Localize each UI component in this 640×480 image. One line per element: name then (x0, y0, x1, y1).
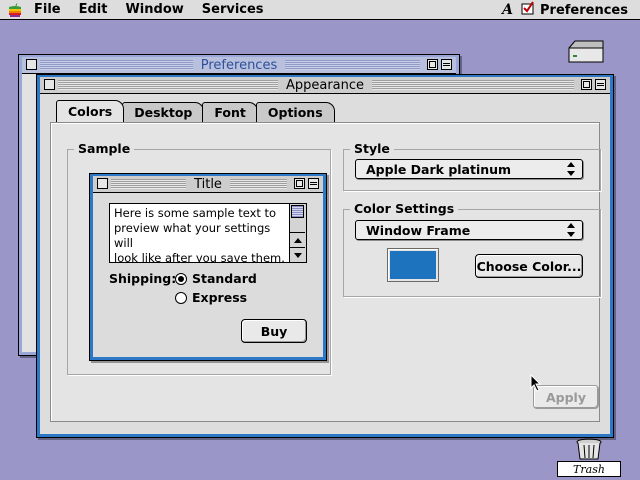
menu-edit[interactable]: Edit (79, 2, 108, 17)
style-popup-value: Apple Dark platinum (366, 161, 512, 177)
close-box-icon[interactable] (44, 79, 55, 90)
radio-standard[interactable]: Standard (175, 271, 257, 286)
sample-title-bar: Title (93, 176, 323, 192)
menu-window[interactable]: Window (125, 2, 183, 17)
tab-font[interactable]: Font (202, 102, 258, 122)
close-box-icon (97, 178, 108, 189)
color-settings-group-label: Color Settings (350, 201, 459, 216)
radio-unselected-icon[interactable] (175, 291, 187, 304)
style-popup[interactable]: Apple Dark platinum (355, 159, 583, 179)
choose-color-button[interactable]: Choose Color... (475, 254, 583, 278)
trash-icon[interactable] (574, 438, 604, 460)
preferences-app-icon[interactable] (521, 1, 535, 19)
menu-services[interactable]: Services (202, 2, 264, 17)
radio-standard-label: Standard (192, 271, 257, 286)
shipping-label: Shipping: (109, 271, 177, 286)
collapse-box-icon[interactable] (595, 79, 606, 90)
sample-window-title: Title (186, 176, 230, 192)
color-swatch[interactable] (387, 248, 439, 282)
font-a-icon[interactable]: A (502, 2, 513, 18)
popup-arrows-icon (566, 162, 576, 176)
apple-menu-icon[interactable] (8, 0, 28, 20)
color-element-popup-value: Window Frame (366, 222, 471, 238)
appearance-title-bar[interactable]: Appearance (40, 77, 610, 93)
sample-group-label: Sample (74, 141, 135, 156)
menu-bar: File Edit Window Services A Preferences (0, 0, 640, 20)
radio-express[interactable]: Express (175, 290, 247, 305)
window-title: Appearance (277, 77, 373, 93)
menu-file[interactable]: File (34, 2, 61, 17)
radio-express-label: Express (192, 290, 248, 305)
window-title: Preferences (192, 57, 286, 73)
collapse-box-icon[interactable] (441, 59, 452, 70)
zoom-box-icon (294, 178, 305, 189)
zoom-box-icon[interactable] (581, 79, 592, 90)
close-box-icon[interactable] (26, 59, 37, 70)
sample-window-content: Here is some sample text to preview what… (93, 192, 323, 357)
colors-tab-panel: Sample Title Here is some sample text to… (50, 122, 601, 422)
sample-text-field[interactable]: Here is some sample text to preview what… (109, 203, 307, 263)
buy-button[interactable]: Buy (241, 319, 307, 343)
scroll-up-arrow-icon[interactable] (290, 232, 305, 247)
sample-text: Here is some sample text to preview what… (114, 206, 285, 262)
radio-selected-icon[interactable] (175, 272, 187, 285)
appearance-window[interactable]: Appearance Colors Desktop Font Options S… (36, 74, 614, 438)
tab-desktop[interactable]: Desktop (122, 102, 205, 122)
style-group-label: Style (350, 141, 394, 156)
scroll-thumb[interactable] (291, 205, 304, 218)
mouse-pointer-icon (530, 373, 542, 396)
color-swatch-fill (390, 251, 436, 279)
menu-bar-right: A Preferences (502, 0, 628, 20)
apply-button[interactable]: Apply (533, 385, 599, 409)
tab-options[interactable]: Options (255, 102, 335, 122)
hard-disk-icon[interactable] (566, 38, 606, 66)
color-element-popup[interactable]: Window Frame (355, 220, 583, 240)
application-menu[interactable]: Preferences (540, 3, 628, 18)
trash-label: Trash (557, 461, 621, 477)
preferences-title-bar[interactable]: Preferences (22, 57, 456, 73)
sample-window: Title Here is some sample text to previe… (89, 173, 327, 361)
collapse-box-icon (308, 178, 319, 189)
popup-arrows-icon (566, 223, 576, 237)
sample-scrollbar[interactable] (289, 204, 306, 262)
scroll-down-arrow-icon[interactable] (290, 247, 305, 262)
tab-colors[interactable]: Colors (56, 100, 125, 122)
zoom-box-icon[interactable] (427, 59, 438, 70)
tab-bar: Colors Desktop Font Options (56, 100, 335, 122)
appearance-content: Colors Desktop Font Options Sample Title (40, 93, 610, 434)
